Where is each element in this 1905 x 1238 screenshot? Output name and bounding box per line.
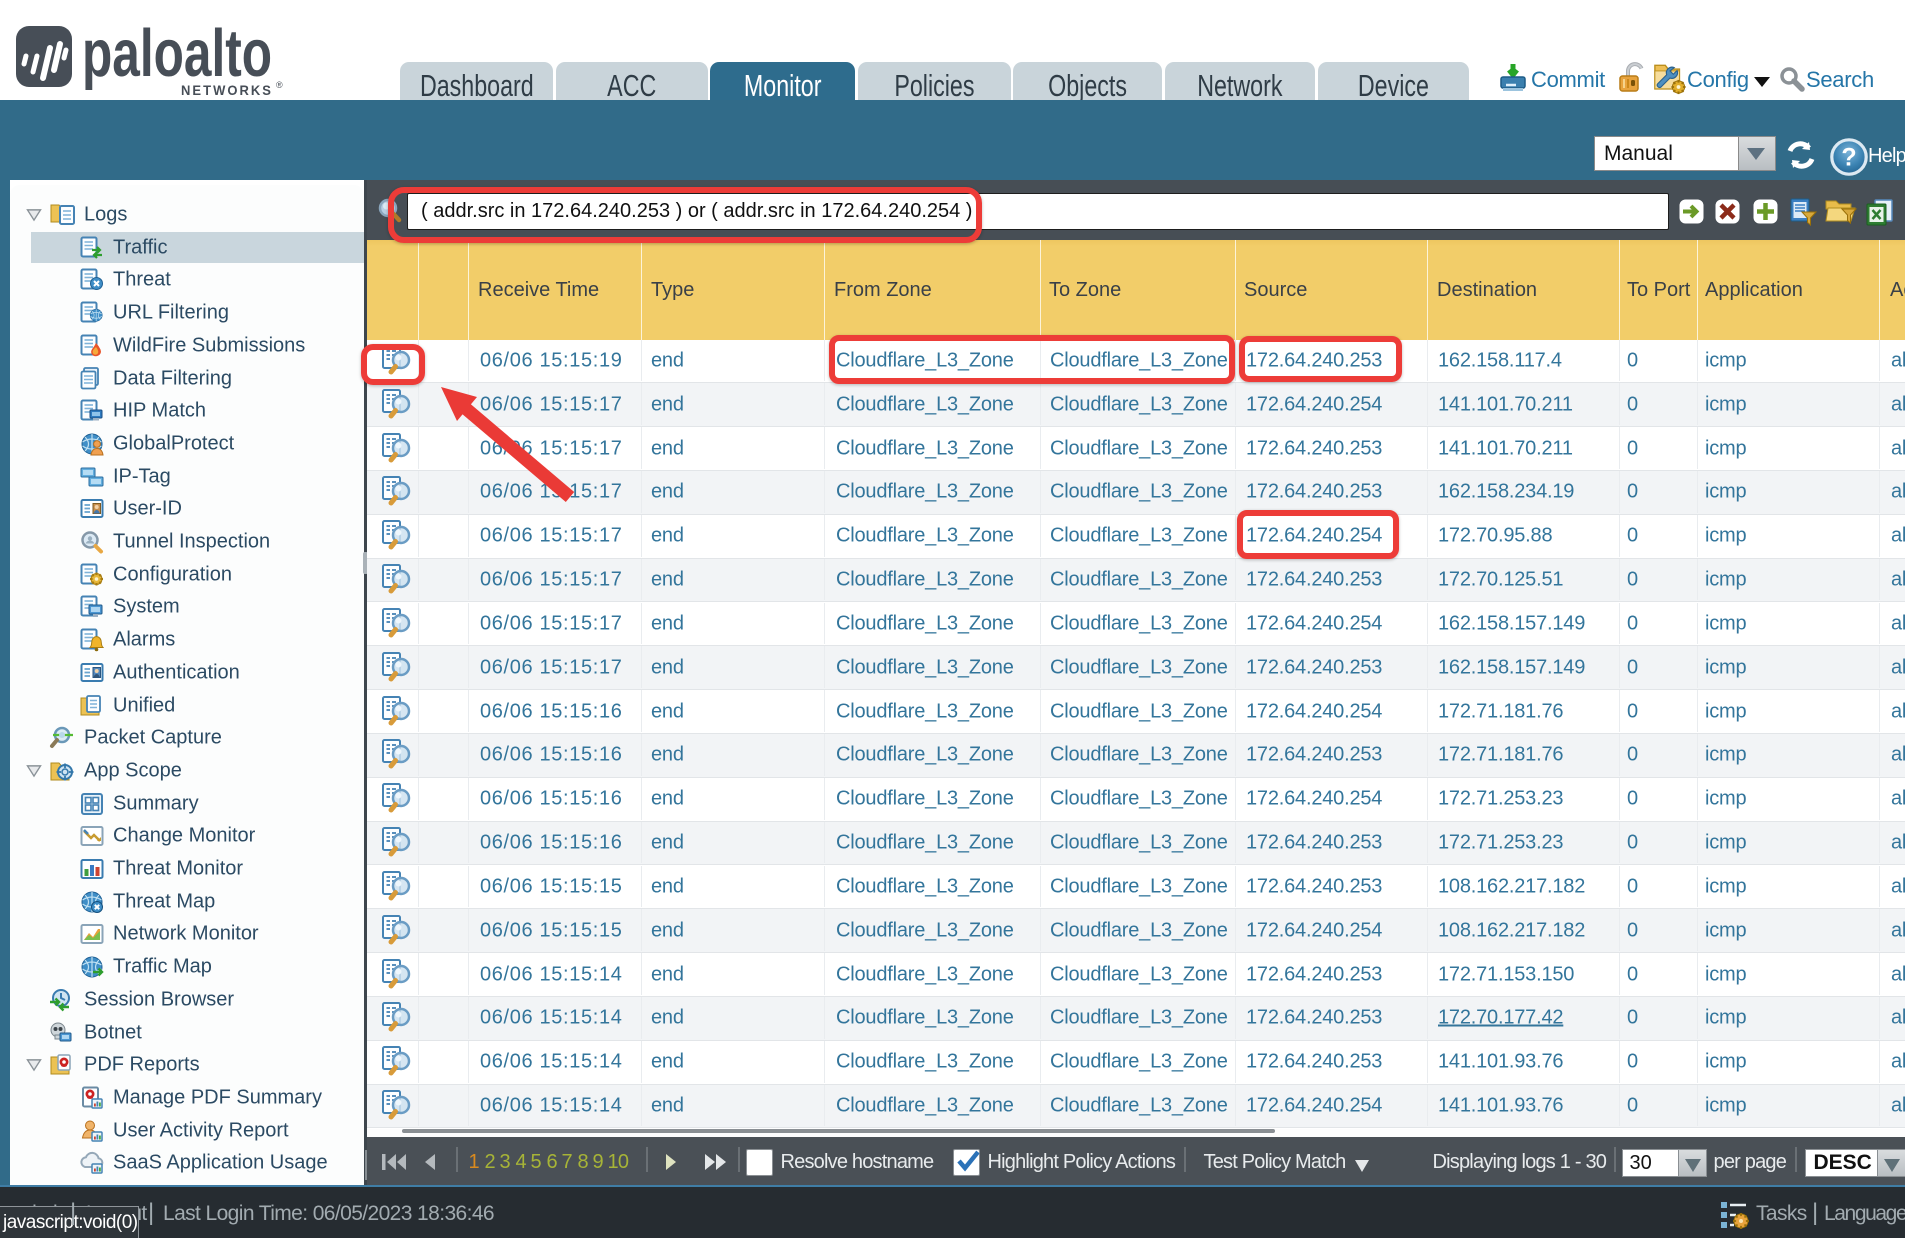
svg-text:NETWORKS: NETWORKS: [181, 82, 273, 98]
svg-text:®: ®: [276, 80, 283, 90]
svg-text:?: ?: [1841, 144, 1856, 172]
